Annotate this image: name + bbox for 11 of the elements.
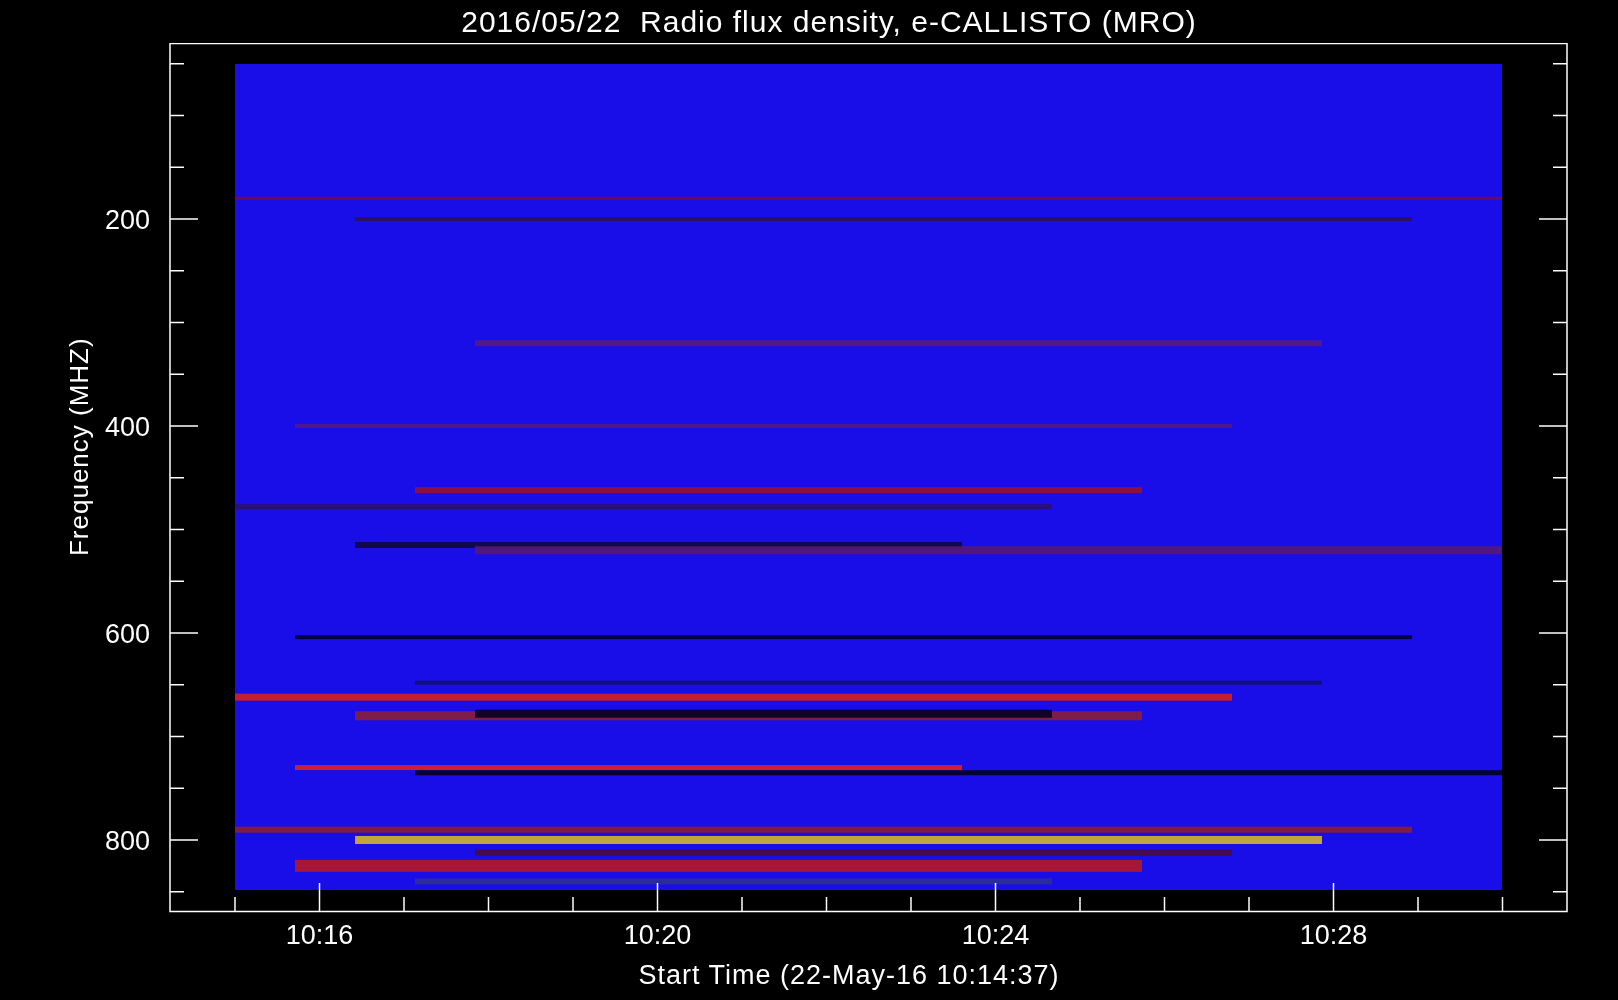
y-tick-label: 200	[104, 205, 150, 235]
x-tick-label: 10:28	[1299, 920, 1368, 950]
x-axis-label: Start Time (22-May-16 10:14:37)	[638, 960, 1060, 992]
y-tick-label: 600	[104, 619, 150, 649]
y-axis-label: Frequency (MHZ)	[64, 337, 94, 557]
x-tick-label: 10:24	[961, 920, 1030, 950]
y-tick-label: 800	[104, 826, 150, 856]
x-tick-label: 10:16	[285, 920, 354, 950]
chart-title: 2016/05/22 Radio flux density, e-CALLISTO (MRO)	[460, 4, 1197, 39]
x-tick-label: 10:20	[623, 920, 692, 950]
y-tick-label: 400	[104, 412, 150, 442]
